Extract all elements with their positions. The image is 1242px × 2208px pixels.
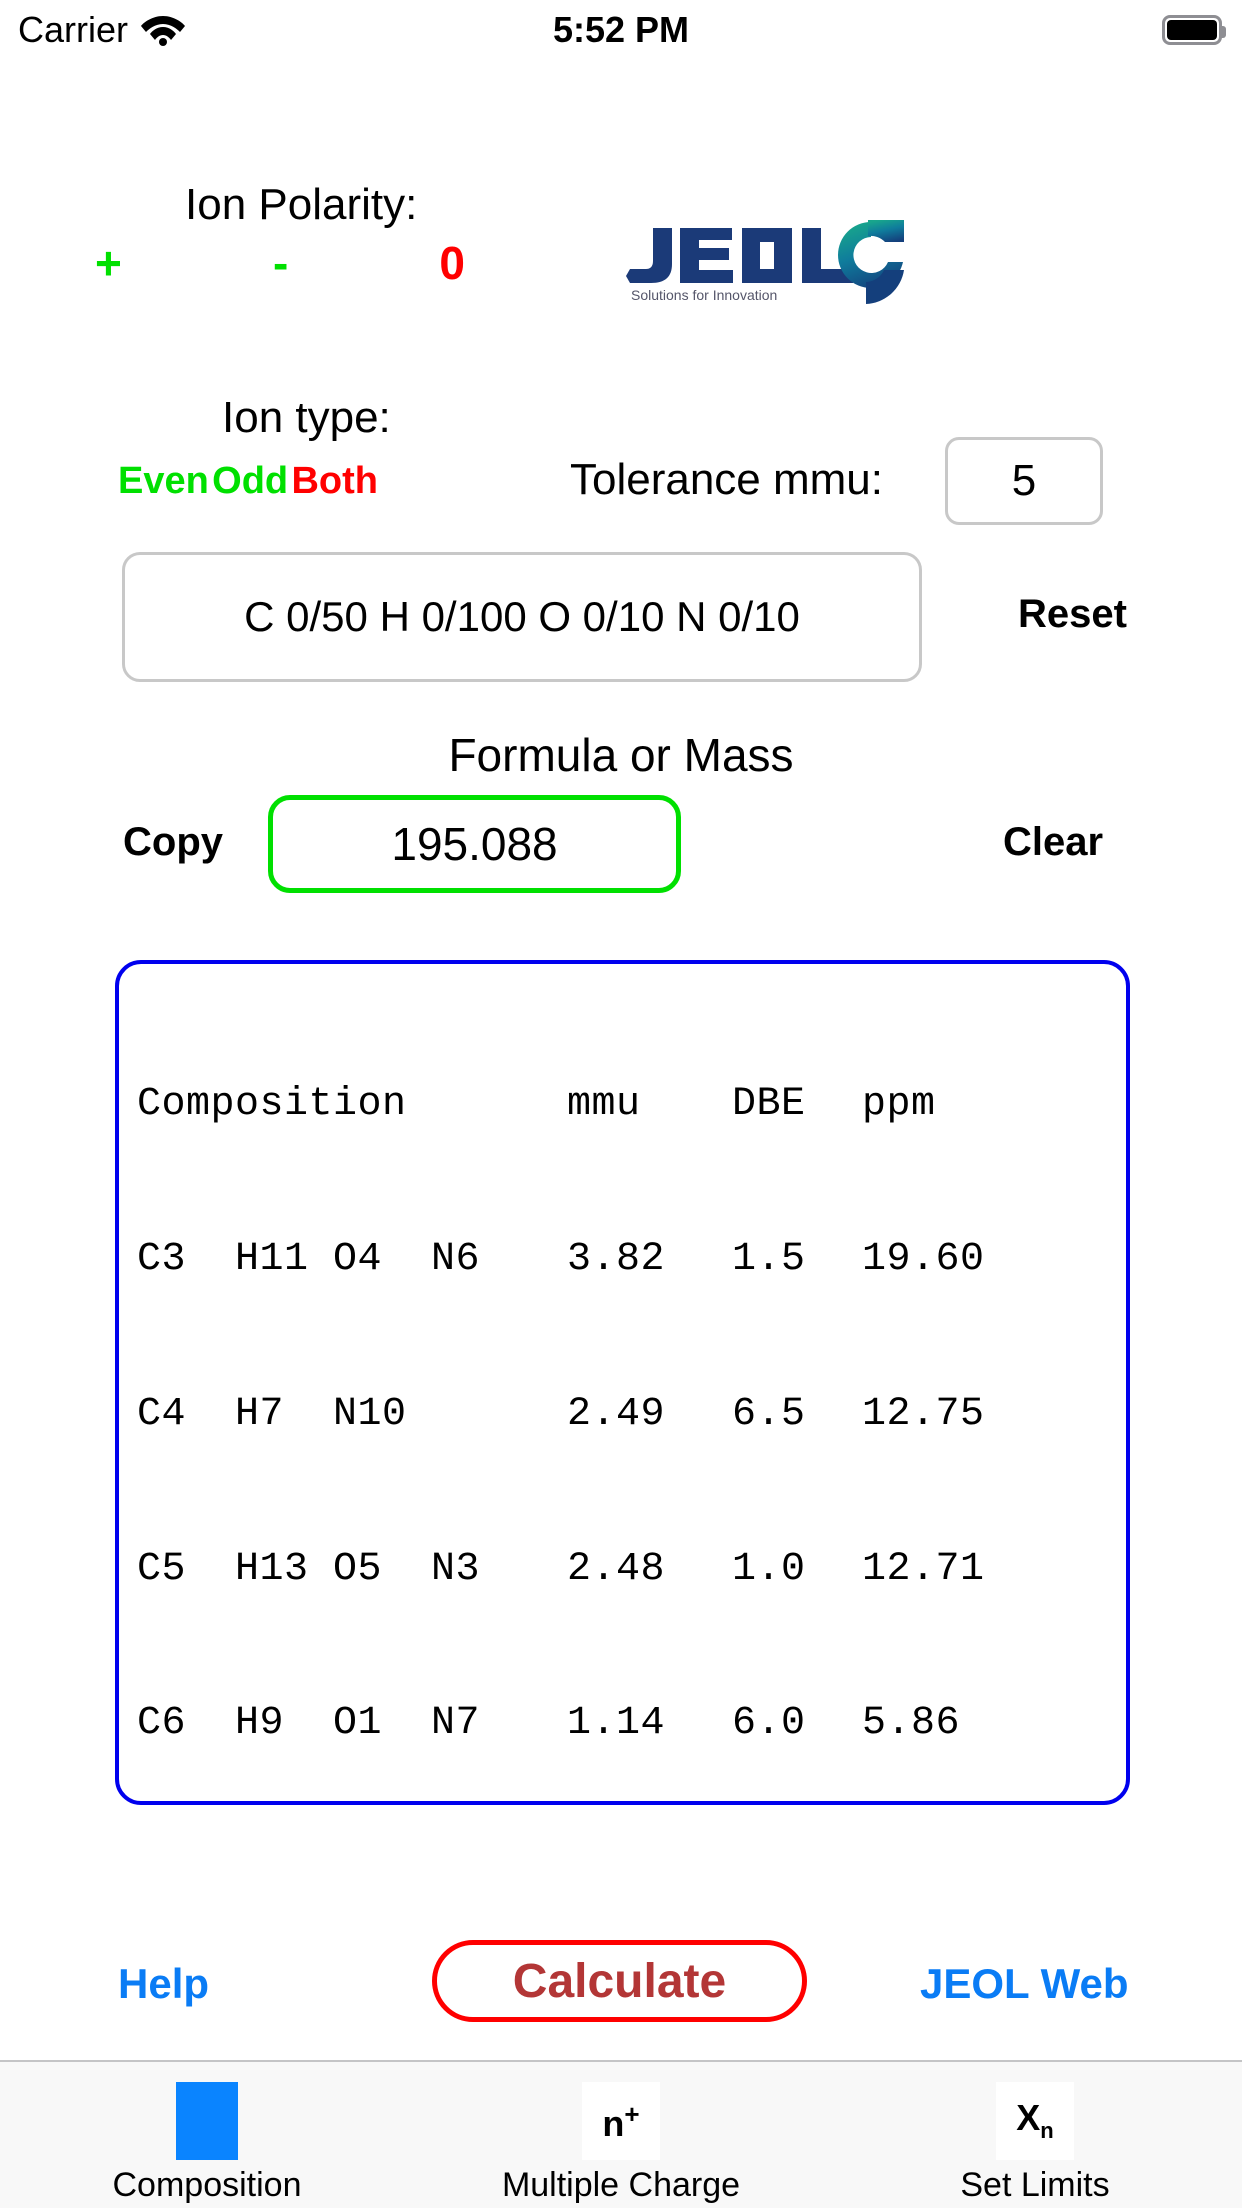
header-dbe: DBE — [732, 1082, 806, 1128]
cell-composition: C3 H11 O4 N6 — [137, 1236, 481, 1282]
element-limits-input[interactable]: C 0/50 H 0/100 O 0/10 N 0/10 — [122, 552, 922, 682]
cell-ppm: 5.86 — [862, 1701, 961, 1747]
polarity-option-negative[interactable]: - — [273, 240, 288, 286]
formula-or-mass-input[interactable]: 195.088 — [268, 795, 681, 893]
status-bar-clock: 5:52 PM — [552, 9, 690, 50]
clear-button[interactable]: Clear — [1003, 820, 1103, 865]
jeol-web-button[interactable]: JEOL Web — [920, 1960, 1129, 2008]
ion-polarity-label: Ion Polarity: — [185, 180, 418, 229]
main-content: Ion Polarity: + - 0 Solutions for Innova… — [0, 60, 1242, 2030]
tab-label-composition: Composition — [112, 2166, 302, 2204]
battery-cap — [1221, 26, 1226, 38]
calculate-button[interactable]: Calculate — [432, 1940, 807, 2022]
tab-label-set-limits: Set Limits — [960, 2166, 1110, 2204]
tab-bar: Composition n+ Multiple Charge Xn Set Li… — [0, 2060, 1242, 2208]
cell-mmu: 3.82 — [567, 1236, 666, 1282]
cell-ppm: 19.60 — [862, 1236, 985, 1282]
cell-dbe: 1.0 — [732, 1546, 806, 1592]
cell-mmu: 2.49 — [567, 1391, 666, 1437]
ion-type-options: Even Odd Both — [118, 460, 378, 503]
x-subscript-icon: Xn — [996, 2082, 1074, 2160]
ion-type-option-odd[interactable]: Odd — [212, 460, 288, 503]
ion-type-label: Ion type: — [222, 393, 391, 442]
table-row: C3 H11 O4 N6 3.82 1.5 19.60 — [137, 1234, 1126, 1286]
results-panel[interactable]: Composition mmu DBE ppm C3 H11 O4 N6 3.8… — [115, 960, 1130, 1805]
results-table: Composition mmu DBE ppm C3 H11 O4 N6 3.8… — [137, 976, 1126, 1801]
cell-ppm: 12.75 — [862, 1391, 985, 1437]
header-composition: Composition — [137, 1082, 407, 1128]
ion-polarity-options: + - 0 — [95, 240, 465, 286]
cell-mmu: 2.48 — [567, 1546, 666, 1592]
status-bar: Carrier 5:52 PM — [0, 0, 1242, 60]
cell-ppm: 12.71 — [862, 1546, 985, 1592]
ion-type-option-both[interactable]: Both — [291, 460, 378, 503]
tolerance-input[interactable]: 5 — [945, 437, 1103, 525]
tab-set-limits[interactable]: Xn Set Limits — [828, 2062, 1242, 2208]
polarity-option-positive[interactable]: + — [95, 240, 122, 286]
cell-mmu: 1.14 — [567, 1701, 666, 1747]
tab-label-multiple-charge: Multiple Charge — [501, 2166, 741, 2204]
n-plus-icon: n+ — [582, 2082, 660, 2160]
table-row: C5 H13 O5 N3 2.48 1.0 12.71 — [137, 1544, 1126, 1596]
battery-icon — [1162, 15, 1226, 45]
header-mmu: mmu — [567, 1082, 641, 1128]
cell-composition: C4 H7 N10 — [137, 1391, 407, 1437]
help-button[interactable]: Help — [118, 1960, 209, 2008]
table-header-row: Composition mmu DBE ppm — [137, 1079, 1126, 1131]
tab-composition[interactable]: Composition — [0, 2062, 414, 2208]
formula-or-mass-label: Formula or Mass — [448, 729, 794, 781]
copy-button[interactable]: Copy — [123, 820, 223, 865]
cell-composition: C6 H9 O1 N7 — [137, 1701, 481, 1747]
tolerance-label: Tolerance mmu: — [570, 455, 884, 504]
logo-tagline: Solutions for Innovation — [631, 287, 777, 303]
filled-square-icon — [176, 2082, 238, 2160]
cell-dbe: 6.5 — [732, 1391, 806, 1437]
polarity-option-neutral[interactable]: 0 — [439, 240, 465, 286]
cell-dbe: 1.5 — [732, 1236, 806, 1282]
app-root: Carrier 5:52 PM Ion Polarity: + - 0 Solu… — [0, 0, 1242, 2208]
table-row: C6 H9 O1 N7 1.14 6.0 5.86 — [137, 1698, 1126, 1750]
tab-multiple-charge[interactable]: n+ Multiple Charge — [414, 2062, 828, 2208]
header-ppm: ppm — [862, 1082, 936, 1128]
cell-dbe: 6.0 — [732, 1701, 806, 1747]
battery-fill — [1167, 20, 1217, 40]
table-row: C4 H7 N10 2.49 6.5 12.75 — [137, 1389, 1126, 1441]
jeol-logo: Solutions for Innovation — [620, 212, 910, 304]
status-bar-right — [1162, 15, 1226, 45]
ion-type-option-even[interactable]: Even — [118, 460, 209, 503]
reset-button[interactable]: Reset — [1018, 592, 1127, 637]
cell-composition: C5 H13 O5 N3 — [137, 1546, 481, 1592]
